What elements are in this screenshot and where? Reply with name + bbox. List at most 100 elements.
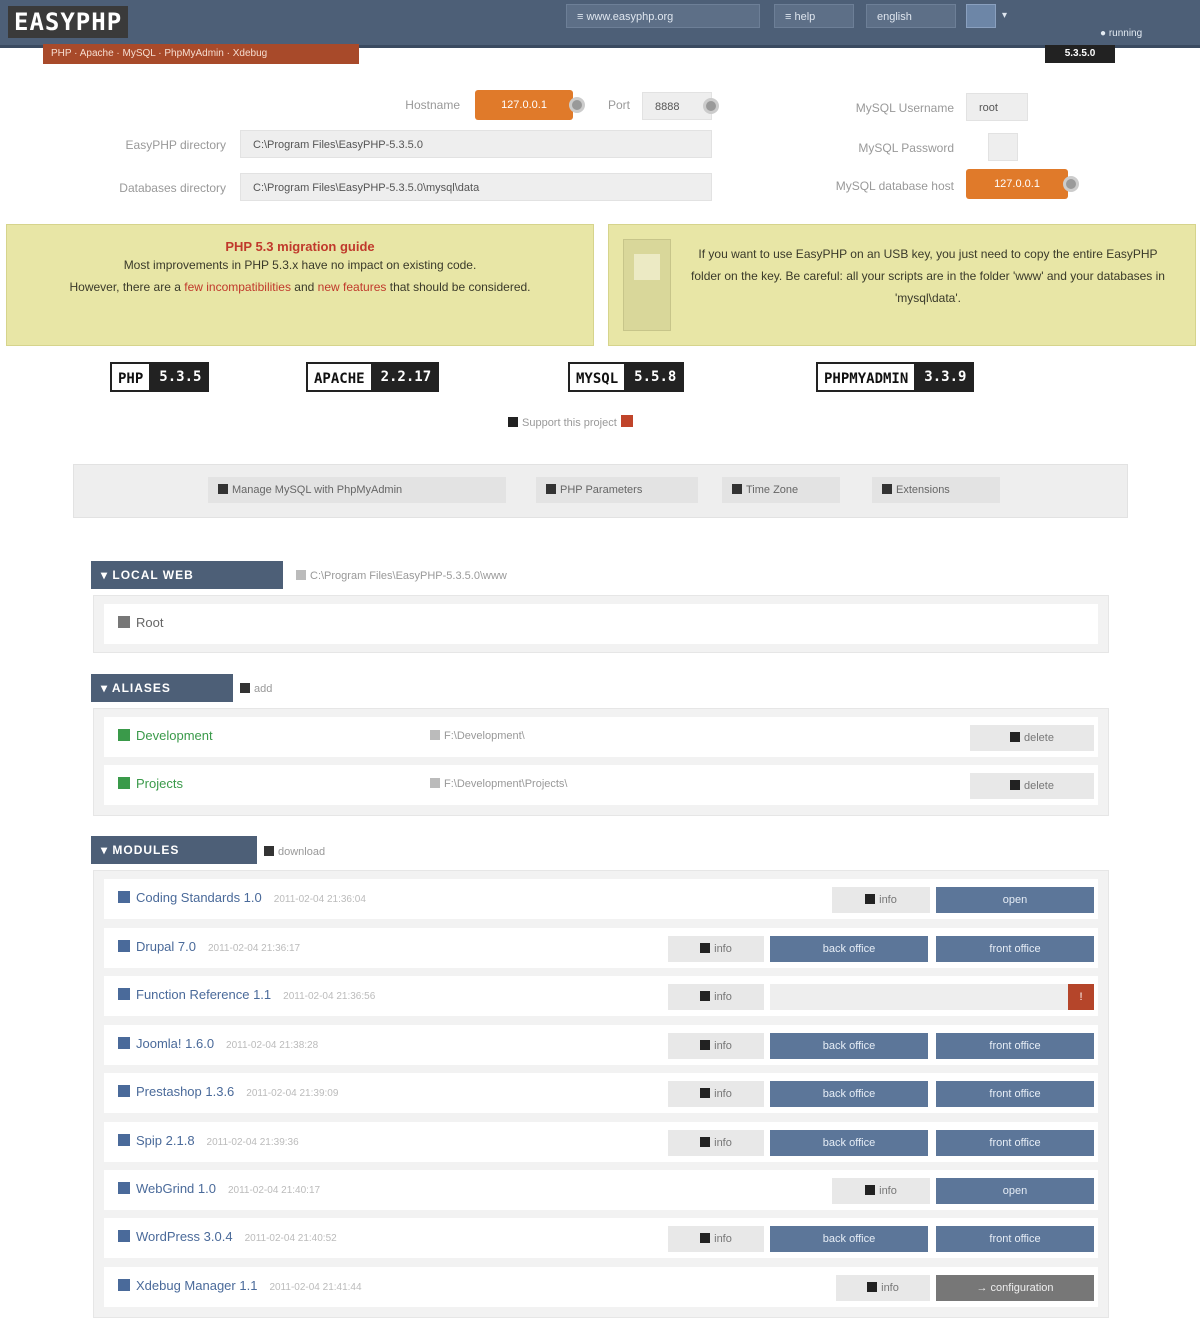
migration-and: and xyxy=(294,280,315,294)
hostname-value[interactable]: 127.0.0.1 xyxy=(475,90,573,120)
gear-icon[interactable] xyxy=(569,97,585,113)
gear-icon[interactable] xyxy=(703,98,719,114)
module-link[interactable]: Drupal 7.0 2011-02-04 21:36:17 xyxy=(118,939,300,954)
info-button[interactable]: info xyxy=(668,1226,764,1252)
support-link[interactable]: Support this project xyxy=(508,415,633,429)
migration-notice: PHP 5.3 migration guide Most improvement… xyxy=(6,224,594,346)
php-version-badge: PHP 5.3.5 xyxy=(110,362,210,392)
db-dir-label: Databases directory xyxy=(119,181,226,195)
db-dir-field[interactable]: C:\Program Files\EasyPHP-5.3.5.0\mysql\d… xyxy=(240,173,712,201)
admin-toolbar: Manage MySQL with PhpMyAdmin PHP Paramet… xyxy=(73,464,1128,518)
php-parameters-button[interactable]: PHP Parameters xyxy=(536,477,698,503)
table-row: WordPress 3.0.4 2011-02-04 21:40:52 info … xyxy=(104,1218,1098,1258)
module-date: 2011-02-04 21:40:52 xyxy=(244,1233,337,1244)
phpmyadmin-version-badge: PHPMYADMIN 3.3.9 xyxy=(816,362,975,392)
phpmyadmin-button[interactable]: Manage MySQL with PhpMyAdmin xyxy=(208,477,506,503)
folder-icon xyxy=(296,570,306,580)
info-button[interactable]: info xyxy=(668,1081,764,1107)
donate-icon xyxy=(508,417,518,427)
info-button[interactable]: info xyxy=(668,984,764,1010)
delete-button[interactable]: delete xyxy=(970,773,1094,799)
table-row: Drupal 7.0 2011-02-04 21:36:17 info back … xyxy=(104,928,1098,968)
hostname-label: Hostname xyxy=(405,98,460,112)
open-button[interactable]: open xyxy=(936,1178,1094,1204)
local-web-path: C:\Program Files\EasyPHP-5.3.5.0\www xyxy=(296,570,507,582)
chevron-down-icon[interactable]: ▾ xyxy=(1002,4,1007,28)
open-button[interactable]: open xyxy=(936,887,1094,913)
heart-icon xyxy=(620,415,633,427)
module-icon xyxy=(118,1230,130,1242)
migration-title: PHP 5.3 migration guide xyxy=(225,239,375,254)
front-office-button[interactable]: front office xyxy=(936,1130,1094,1156)
gear-icon[interactable] xyxy=(1063,176,1079,192)
nav-language-select[interactable]: english xyxy=(866,4,956,28)
mysql-host-value[interactable]: 127.0.0.1 xyxy=(966,169,1068,199)
new-features-link[interactable]: new features xyxy=(318,280,387,294)
module-status-bar xyxy=(770,984,1068,1010)
trash-icon xyxy=(1010,732,1020,742)
mysql-user-field[interactable]: root xyxy=(966,93,1028,121)
alias-link[interactable]: Projects xyxy=(118,776,183,791)
back-office-button[interactable]: back office xyxy=(770,1081,928,1107)
module-link[interactable]: Function Reference 1.1 2011-02-04 21:36:5… xyxy=(118,987,375,1002)
version-badge: 5.3.5.0 xyxy=(1045,45,1115,63)
list-item[interactable]: Root xyxy=(104,604,1098,644)
module-link[interactable]: Coding Standards 1.0 2011-02-04 21:36:04 xyxy=(118,890,366,905)
port-label: Port xyxy=(607,98,630,112)
alias-path: F:\Development\Projects\ xyxy=(430,778,568,790)
module-icon xyxy=(118,1182,130,1194)
port-field[interactable]: 8888 xyxy=(642,92,712,120)
info-button[interactable]: info xyxy=(832,887,930,913)
delete-button[interactable]: delete xyxy=(970,725,1094,751)
nav-help-link[interactable]: ≡ help xyxy=(774,4,854,28)
modules-panel: Coding Standards 1.0 2011-02-04 21:36:04 … xyxy=(93,870,1109,1318)
module-link[interactable]: Prestashop 1.3.6 2011-02-04 21:39:09 xyxy=(118,1084,338,1099)
mysql-version: 5.5.8 xyxy=(626,362,685,392)
info-icon xyxy=(700,1137,711,1147)
front-office-button[interactable]: front office xyxy=(936,1033,1094,1059)
front-office-button[interactable]: front office xyxy=(936,1226,1094,1252)
info-button[interactable]: info xyxy=(668,1130,764,1156)
info-button[interactable]: info xyxy=(668,1033,764,1059)
mysql-host-label: MySQL database host xyxy=(835,179,954,193)
back-office-button[interactable]: back office xyxy=(770,1226,928,1252)
module-link[interactable]: Spip 2.1.8 2011-02-04 21:39:36 xyxy=(118,1133,299,1148)
front-office-button[interactable]: front office xyxy=(936,936,1094,962)
alias-link[interactable]: Development xyxy=(118,728,213,743)
front-office-button[interactable]: front office xyxy=(936,1081,1094,1107)
extensions-button[interactable]: Extensions xyxy=(872,477,1000,503)
modules-heading[interactable]: ▾ MODULES xyxy=(91,836,257,864)
settings-icon xyxy=(546,484,556,494)
local-web-heading[interactable]: ▾ LOCAL WEB xyxy=(91,561,283,589)
add-alias-button[interactable]: add xyxy=(240,683,272,695)
error-icon[interactable]: ! xyxy=(1068,984,1094,1010)
usb-key-icon xyxy=(623,239,671,331)
configuration-button[interactable]: → configuration xyxy=(936,1275,1094,1301)
apache-version: 2.2.17 xyxy=(372,362,440,392)
module-link[interactable]: WordPress 3.0.4 2011-02-04 21:40:52 xyxy=(118,1229,337,1244)
info-button[interactable]: info xyxy=(832,1178,930,1204)
phpmyadmin-name: PHPMYADMIN xyxy=(816,362,917,392)
download-modules-button[interactable]: download xyxy=(264,846,325,858)
nav-website-link[interactable]: ≡ www.easyphp.org xyxy=(566,4,760,28)
module-link[interactable]: WebGrind 1.0 2011-02-04 21:40:17 xyxy=(118,1181,320,1196)
timezone-button[interactable]: Time Zone xyxy=(722,477,840,503)
info-button[interactable]: info xyxy=(836,1275,930,1301)
module-link[interactable]: Xdebug Manager 1.1 2011-02-04 21:41:44 xyxy=(118,1278,362,1293)
migration-line-1: Most improvements in PHP 5.3.x have no i… xyxy=(123,258,477,272)
back-office-button[interactable]: back office xyxy=(770,1130,928,1156)
module-date: 2011-02-04 21:36:56 xyxy=(283,991,376,1002)
incompatibilities-link[interactable]: few incompatibilities xyxy=(184,280,291,294)
flag-icon[interactable] xyxy=(966,4,996,28)
root-link[interactable]: Root xyxy=(118,615,163,630)
aliases-heading[interactable]: ▾ ALIASES xyxy=(91,674,233,702)
mysql-name: MYSQL xyxy=(568,362,627,392)
back-office-button[interactable]: back office xyxy=(770,936,928,962)
mysql-pass-field[interactable] xyxy=(988,133,1018,161)
support-label: Support this project xyxy=(522,417,617,429)
module-link[interactable]: Joomla! 1.6.0 2011-02-04 21:38:28 xyxy=(118,1036,318,1051)
back-office-button[interactable]: back office xyxy=(770,1033,928,1059)
info-icon xyxy=(700,991,711,1001)
info-button[interactable]: info xyxy=(668,936,764,962)
easyphp-dir-field[interactable]: C:\Program Files\EasyPHP-5.3.5.0 xyxy=(240,130,712,158)
